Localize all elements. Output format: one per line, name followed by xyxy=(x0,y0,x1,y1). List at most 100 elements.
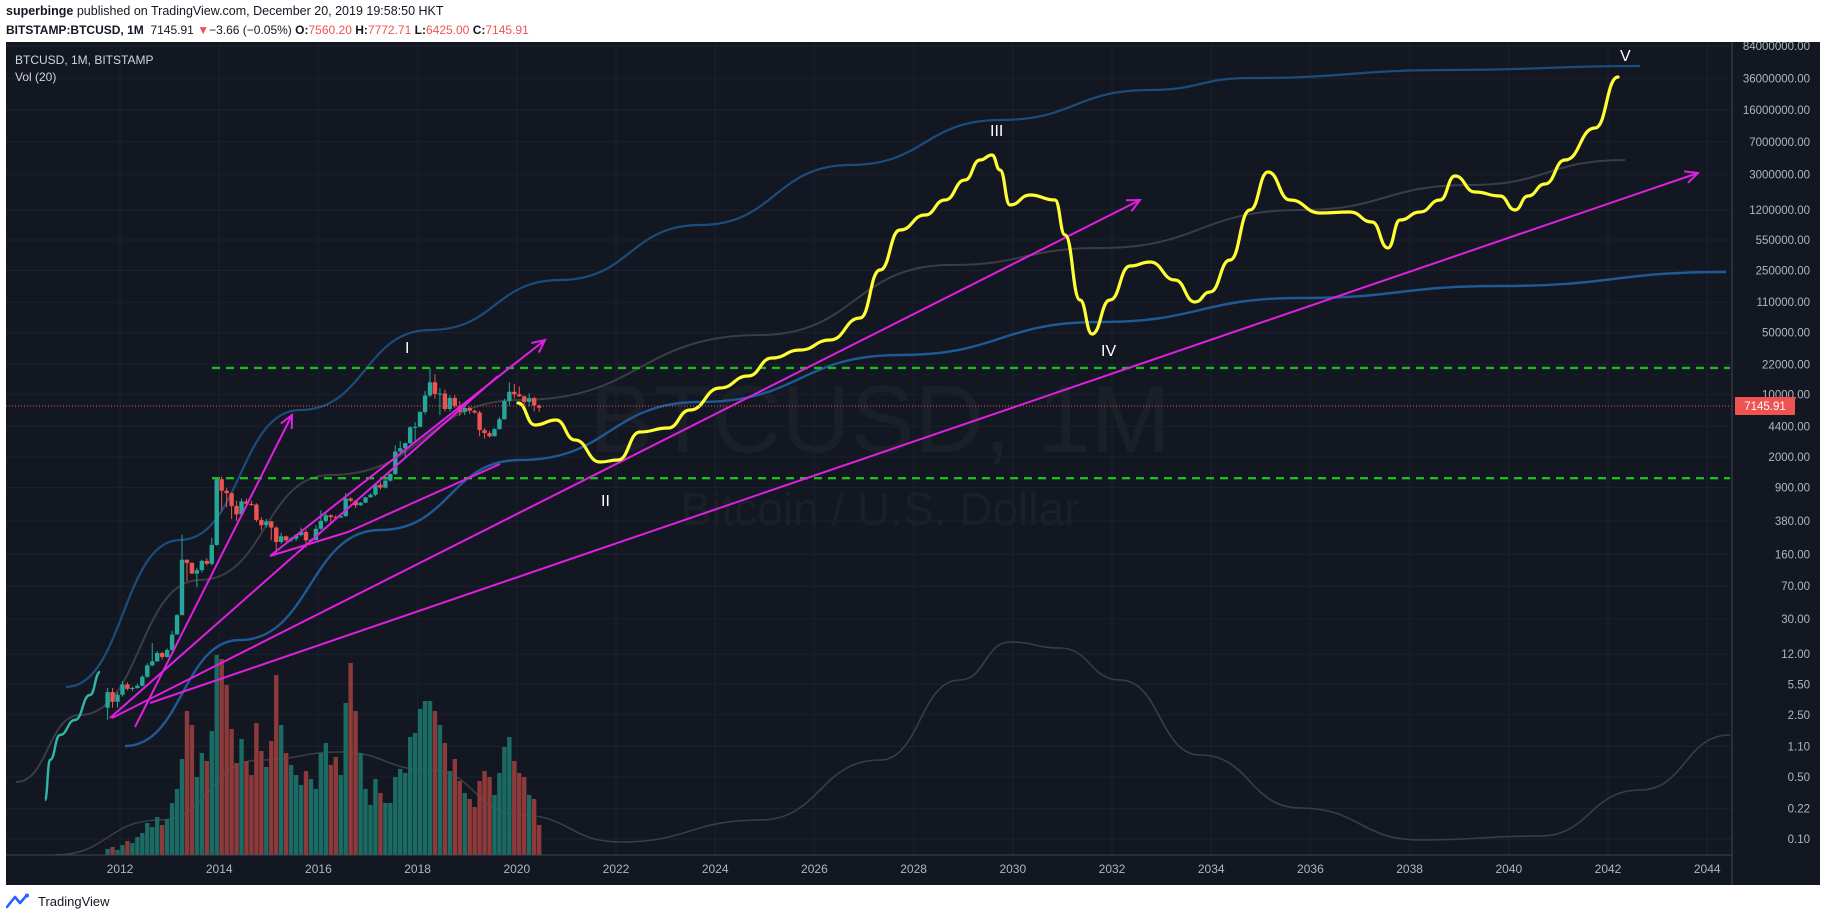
candle-body xyxy=(398,448,403,452)
x-tick-label: 2044 xyxy=(1694,862,1721,876)
volume-bar xyxy=(497,773,502,855)
y-tick-label: 70.00 xyxy=(1781,581,1810,593)
candle-body xyxy=(194,570,200,574)
y-tick-label: 0.22 xyxy=(1788,804,1810,816)
volume-bar xyxy=(179,759,185,855)
y-tick-label: 110000.00 xyxy=(1756,297,1810,309)
symbol-bar: BITSTAMP:BTCUSD, 1M 7145.91 ▼−3.66 (−0.0… xyxy=(0,20,1828,40)
candle-body xyxy=(145,665,150,677)
candle-body xyxy=(517,394,522,397)
candle-body xyxy=(234,505,239,515)
wave-label-3: III xyxy=(990,123,1003,140)
price-change: −3.66 (−0.05%) xyxy=(209,23,292,37)
volume-bar xyxy=(403,773,408,855)
candle-body xyxy=(214,479,219,545)
candle-body xyxy=(417,411,423,427)
price-candles xyxy=(105,368,542,720)
time-axis[interactable]: 2012 2014 2016 2018 2020 2022 2024 2026 2028 2030… xyxy=(107,862,1721,876)
volume-bar xyxy=(368,805,373,855)
candle-body xyxy=(110,692,115,702)
y-tick-label: 160.00 xyxy=(1775,549,1810,561)
candle-body xyxy=(487,433,492,437)
y-tick-label: 250000.00 xyxy=(1756,265,1810,277)
volume-bar xyxy=(174,789,180,855)
candle-body xyxy=(179,559,185,616)
x-tick-label: 2022 xyxy=(603,862,630,876)
candle-body xyxy=(437,393,443,395)
volume-bar xyxy=(214,655,219,855)
candle-body xyxy=(492,429,497,437)
volume-bar xyxy=(259,751,264,855)
candle-body xyxy=(507,391,512,401)
volume-bar xyxy=(417,709,423,855)
watermark-symbol: BTCUSD, 1M xyxy=(589,366,1170,473)
candle-body xyxy=(155,652,160,662)
volume-bar xyxy=(457,781,462,855)
y-tick-label: 12.00 xyxy=(1781,649,1810,661)
y-tick-label: 4400.00 xyxy=(1768,421,1810,433)
volume-bar xyxy=(422,701,428,855)
volume-bar xyxy=(437,725,443,855)
volume-bar xyxy=(229,729,234,855)
chart-area[interactable]: BTCUSD, 1M Bitcoin / U.S. Dollar 8400000… xyxy=(6,42,1820,885)
y-tick-label: 3000000.00 xyxy=(1749,170,1810,182)
volume-bar xyxy=(209,731,214,855)
volume-bar xyxy=(452,759,457,855)
candle-body xyxy=(412,426,418,428)
volume-bar xyxy=(199,753,205,855)
volume-bar xyxy=(328,765,333,855)
x-tick-label: 2020 xyxy=(503,862,530,876)
volume-bar xyxy=(522,777,527,855)
candle-body xyxy=(219,479,224,491)
last-price: 7145.91 xyxy=(150,23,194,37)
candle-body xyxy=(452,397,457,406)
volume-bar xyxy=(110,847,115,855)
author-name[interactable]: superbinge xyxy=(6,4,73,18)
volume-bar xyxy=(502,747,507,855)
trendline-1 xyxy=(134,414,293,728)
volume-bar xyxy=(323,743,329,855)
x-tick-label: 2036 xyxy=(1297,862,1324,876)
volume-bar xyxy=(189,725,195,855)
legend-main[interactable]: BTCUSD, 1M, BITSTAMP xyxy=(15,53,153,67)
y-tick-label: 16000000.00 xyxy=(1743,105,1810,117)
brand-logo[interactable]: TradingView xyxy=(6,893,110,909)
y-tick-label: 22000.00 xyxy=(1762,359,1810,371)
volume-bar xyxy=(517,773,522,855)
candle-body xyxy=(432,382,438,394)
change-down-icon: ▼ xyxy=(197,23,210,37)
wave-label-4: IV xyxy=(1101,343,1116,360)
candle-body xyxy=(229,493,234,506)
volume-bar xyxy=(512,761,517,855)
trendline-5 xyxy=(149,172,1699,704)
volume-bar xyxy=(274,675,279,855)
candle-body xyxy=(150,661,155,666)
volume-bar xyxy=(432,711,438,855)
y-tick-label: 1200000.00 xyxy=(1749,205,1810,217)
volume-bar xyxy=(155,817,160,855)
trendline-7 xyxy=(347,463,501,533)
candle-body xyxy=(199,560,205,571)
volume-bar xyxy=(487,777,492,855)
price-chart[interactable]: BTCUSD, 1M Bitcoin / U.S. Dollar 8400000… xyxy=(6,42,1820,885)
price-axis[interactable]: 84000000.00 36000000.00 16000000.00 7000000… xyxy=(1743,42,1810,846)
y-tick-label: 2.50 xyxy=(1788,710,1810,722)
volume-bar xyxy=(308,779,314,855)
candle-body xyxy=(482,430,487,434)
candle-body xyxy=(497,419,502,430)
volume-bar xyxy=(358,753,363,855)
volume-bar xyxy=(169,803,175,855)
close-value: 7145.91 xyxy=(485,23,529,37)
volume-bar xyxy=(130,843,135,855)
y-tick-label: 50000.00 xyxy=(1762,328,1810,340)
x-tick-label: 2030 xyxy=(999,862,1026,876)
volume-bar xyxy=(288,765,294,855)
legend-volume[interactable]: Vol (20) xyxy=(15,70,56,84)
x-tick-label: 2038 xyxy=(1396,862,1423,876)
trendline-3 xyxy=(269,339,546,557)
candle-body xyxy=(527,398,532,402)
y-tick-label: 7000000.00 xyxy=(1749,137,1810,149)
y-tick-label: 0.50 xyxy=(1788,772,1810,784)
volume-bar xyxy=(159,825,165,855)
candle-body xyxy=(115,694,120,702)
